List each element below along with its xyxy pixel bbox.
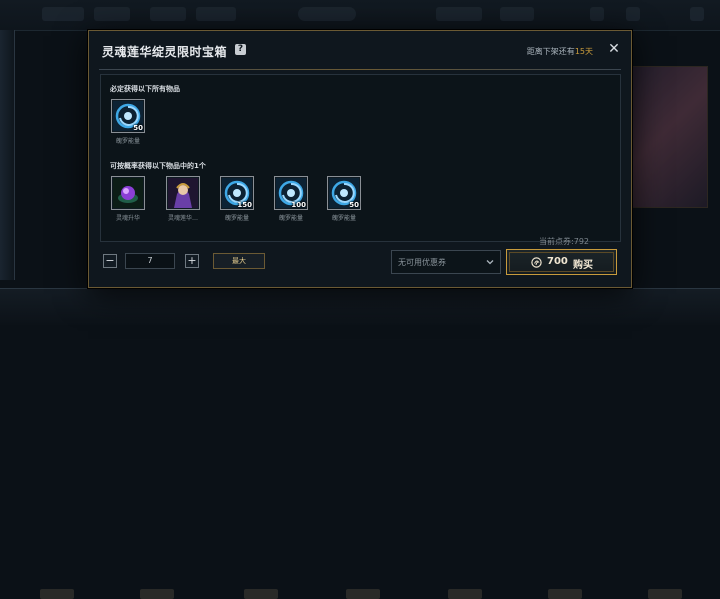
item-name: 灵魂莲华… bbox=[167, 215, 198, 222]
coupon-select-value: 无可用优惠券 bbox=[398, 258, 446, 267]
background-chip bbox=[150, 7, 186, 21]
background-chip bbox=[196, 7, 236, 21]
background-tab bbox=[548, 589, 582, 599]
background-tab bbox=[244, 589, 278, 599]
item-name: 魄罗能量 bbox=[115, 138, 140, 145]
title-divider bbox=[99, 69, 621, 70]
background-chip bbox=[500, 7, 534, 21]
background-chip bbox=[690, 7, 704, 21]
dialog-title: 灵魂莲华绽灵限时宝箱 bbox=[102, 45, 228, 59]
background-tab bbox=[648, 589, 682, 599]
background-tab bbox=[448, 589, 482, 599]
current-balance: 当前点券:792 bbox=[539, 237, 589, 246]
rewards-panel: 必定获得以下所有物品 50 魄罗能量 可按概率获得以下物品中的1个 灵魂升华 灵… bbox=[100, 74, 621, 242]
item-count: 50 bbox=[349, 201, 359, 209]
quantity-input[interactable]: 7 bbox=[125, 253, 175, 269]
purple-orb-icon bbox=[113, 178, 143, 208]
guaranteed-section-label: 必定获得以下所有物品 bbox=[110, 85, 180, 93]
guaranteed-item-tile[interactable]: 50 bbox=[111, 99, 145, 133]
background-top-bar bbox=[0, 0, 720, 31]
item-name: 魄罗能量 bbox=[331, 215, 356, 222]
countdown-days: 15天 bbox=[574, 47, 593, 56]
background-card bbox=[632, 66, 708, 208]
item-count: 100 bbox=[291, 201, 306, 209]
background-tab bbox=[346, 589, 380, 599]
countdown-prefix: 距离下架还有 bbox=[526, 47, 575, 56]
quantity-increase-button[interactable]: + bbox=[185, 254, 199, 268]
background-bottom-bar bbox=[0, 288, 720, 599]
item-name: 灵魂升华 bbox=[115, 215, 140, 222]
quantity-decrease-button[interactable]: − bbox=[103, 254, 117, 268]
help-icon[interactable]: ? bbox=[235, 44, 246, 55]
background-chip bbox=[626, 7, 640, 21]
delist-countdown: 距离下架还有15天 bbox=[527, 46, 593, 57]
background-chip bbox=[94, 7, 130, 21]
champion-portrait-icon bbox=[168, 178, 198, 208]
background-tab bbox=[140, 589, 174, 599]
background-chip bbox=[436, 7, 482, 21]
chance-section-label: 可按概率获得以下物品中的1个 bbox=[110, 162, 206, 170]
buy-label: 购买 bbox=[573, 260, 593, 271]
background-chip bbox=[42, 7, 84, 21]
background-chip bbox=[590, 7, 604, 21]
chance-item-tile[interactable]: 100 bbox=[274, 176, 308, 210]
item-count: 150 bbox=[237, 201, 252, 209]
background-side-panel bbox=[0, 30, 15, 280]
background-toggle bbox=[298, 7, 356, 21]
chest-purchase-dialog: 灵魂莲华绽灵限时宝箱 ? 距离下架还有15天 ✕ 必定获得以下所有物品 50 魄… bbox=[88, 30, 632, 288]
item-name: 魄罗能量 bbox=[278, 215, 303, 222]
chevron-down-icon bbox=[486, 260, 494, 265]
chance-item-tile[interactable]: 50 bbox=[327, 176, 361, 210]
price: 700 bbox=[547, 256, 568, 267]
buy-button[interactable]: 700 购买 bbox=[506, 249, 617, 275]
close-icon[interactable]: ✕ bbox=[607, 42, 621, 56]
item-name: 魄罗能量 bbox=[224, 215, 249, 222]
background-tab bbox=[40, 589, 74, 599]
chance-item-tile[interactable]: 150 bbox=[220, 176, 254, 210]
chance-item-tile[interactable] bbox=[111, 176, 145, 210]
max-quantity-button[interactable]: 最大 bbox=[213, 253, 265, 269]
coupon-select[interactable]: 无可用优惠券 bbox=[391, 250, 501, 274]
chance-item-tile[interactable] bbox=[166, 176, 200, 210]
item-count: 50 bbox=[133, 124, 143, 132]
riot-points-icon bbox=[531, 257, 542, 268]
